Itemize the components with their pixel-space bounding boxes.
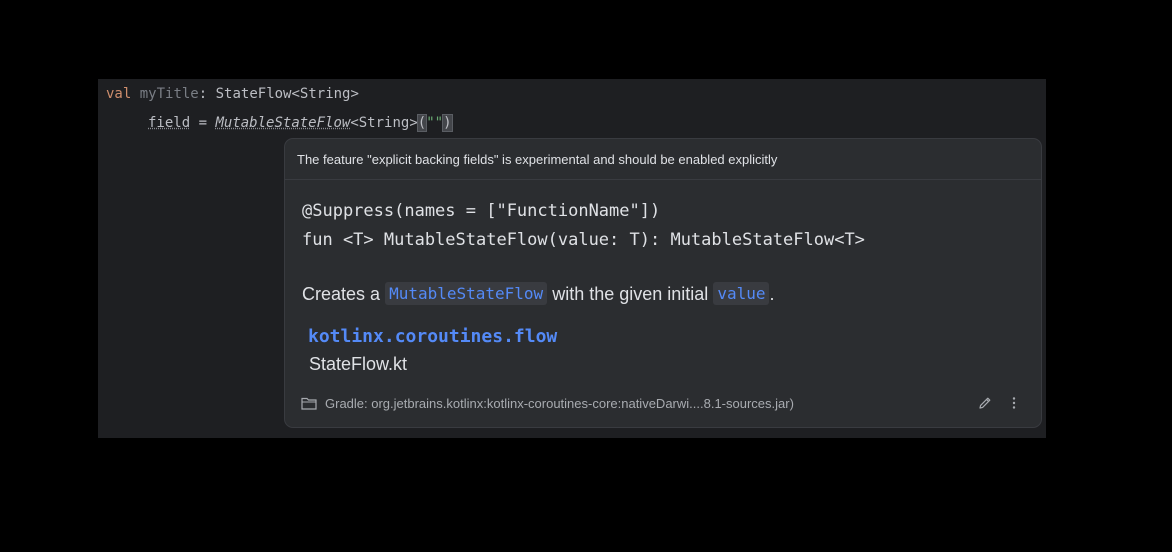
generic-type: <String> [350,115,418,131]
warning-bar: The feature "explicit backing fields" is… [285,139,1041,180]
documentation-popup[interactable]: The feature "explicit backing fields" is… [285,139,1041,427]
property-type: StateFlow<String> [215,86,359,102]
package-link[interactable]: kotlinx.coroutines.flow [308,326,557,347]
signature-declaration: fun <T> MutableStateFlow(value: T): Muta… [302,230,865,250]
description: Creates a MutableStateFlow with the give… [302,282,775,305]
file-name: StateFlow.kt [309,354,408,374]
val-keyword: val [106,86,132,102]
description-code-value: value [713,282,770,305]
more-vertical-icon[interactable] [1006,395,1022,411]
string-literal: "" [426,115,444,131]
colon: : [198,86,208,102]
close-paren: ) [442,114,453,132]
description-prefix: Creates a [302,284,381,304]
open-paren: ( [416,114,428,132]
pencil-icon[interactable] [977,395,993,411]
property-name: myTitle [139,86,199,102]
code-line-1[interactable]: val myTitle: StateFlow<String> [106,86,359,102]
warning-text: The feature "explicit backing fields" is… [297,152,778,167]
description-middle: with the given initial [552,284,709,304]
source-footer: Gradle: org.jetbrains.kotlinx:kotlinx-co… [301,394,1025,414]
folder-icon [301,397,317,410]
description-code-link[interactable]: MutableStateFlow [385,282,548,305]
code-editor[interactable]: val myTitle: StateFlow<String> field = M… [98,79,1046,438]
field-keyword: field [148,115,191,131]
function-call[interactable]: MutableStateFlow [215,115,350,131]
source-library: Gradle: org.jetbrains.kotlinx:kotlinx-co… [325,396,794,411]
description-suffix: . [769,284,775,304]
equals-sign: = [198,115,208,131]
signature-annotation: @Suppress(names = ["FunctionName"]) [302,201,661,221]
code-line-2[interactable]: field = MutableStateFlow<String>("") [148,114,453,132]
